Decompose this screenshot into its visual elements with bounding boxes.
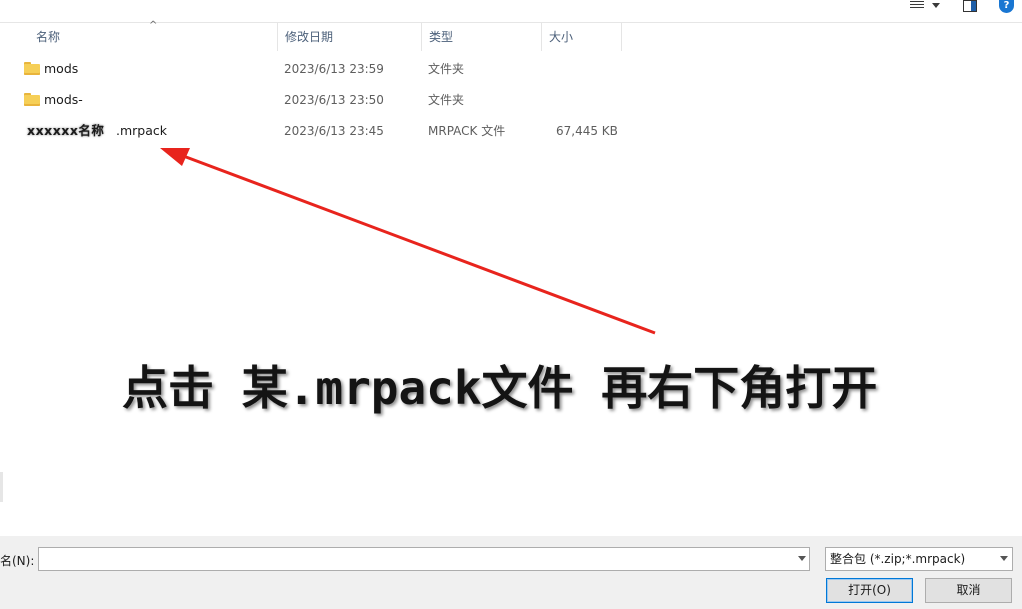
file-modified: 2023/6/13 23:50 bbox=[284, 93, 384, 107]
instruction-annotation: 点击 某.mrpack文件 再右下角打开 bbox=[122, 361, 878, 415]
file-modified: 2023/6/13 23:59 bbox=[284, 62, 384, 76]
chevron-down-icon[interactable] bbox=[1000, 556, 1008, 561]
folder-icon bbox=[24, 62, 40, 75]
preview-pane-icon[interactable] bbox=[963, 0, 977, 12]
cancel-button[interactable]: 取消 bbox=[925, 578, 1012, 603]
file-modified: 2023/6/13 23:45 bbox=[284, 124, 384, 138]
file-row-mrpack[interactable]: xxxxxx名称 .mrpack 2023/6/13 23:45 MRPACK … bbox=[20, 119, 640, 143]
file-row[interactable]: mods 2023/6/13 23:59 文件夹 bbox=[20, 57, 640, 81]
sort-ascending-icon: ^ bbox=[149, 20, 158, 31]
column-divider[interactable] bbox=[621, 23, 622, 51]
open-button[interactable]: 打开(O) bbox=[826, 578, 913, 603]
file-type: 文件夹 bbox=[428, 93, 465, 107]
view-options-dropdown-icon[interactable] bbox=[932, 3, 940, 8]
column-header-type[interactable]: 类型 bbox=[421, 23, 541, 51]
scrollbar-stub[interactable] bbox=[0, 472, 3, 502]
file-row[interactable]: mods- 2023/6/13 23:50 文件夹 bbox=[20, 88, 640, 112]
file-name-prefix: xxxxxx名称 bbox=[27, 123, 105, 138]
filename-input[interactable] bbox=[38, 547, 810, 571]
folder-icon bbox=[24, 93, 40, 106]
file-open-dialog: ? 名称 修改日期 类型 大小 ^ mods 2023/6/13 23:59 文… bbox=[0, 0, 1022, 609]
dialog-footer: 名(N): 整合包 (*.zip;*.mrpack) 打开(O) 取消 bbox=[0, 536, 1022, 609]
filename-label: 名(N): bbox=[0, 554, 35, 568]
column-header-modified[interactable]: 修改日期 bbox=[277, 23, 421, 51]
column-header-size[interactable]: 大小 bbox=[541, 23, 621, 51]
filetype-select[interactable]: 整合包 (*.zip;*.mrpack) bbox=[825, 547, 1013, 571]
help-icon[interactable]: ? bbox=[999, 0, 1014, 13]
file-type: 文件夹 bbox=[428, 62, 465, 76]
file-name-extension: .mrpack bbox=[116, 123, 167, 138]
file-type: MRPACK 文件 bbox=[428, 124, 506, 138]
file-name: mods bbox=[44, 61, 79, 76]
file-name: mods- bbox=[44, 92, 83, 107]
view-options-icon[interactable] bbox=[910, 0, 924, 12]
chevron-down-icon[interactable] bbox=[798, 556, 806, 561]
file-size: 67,445 KB bbox=[556, 124, 618, 138]
